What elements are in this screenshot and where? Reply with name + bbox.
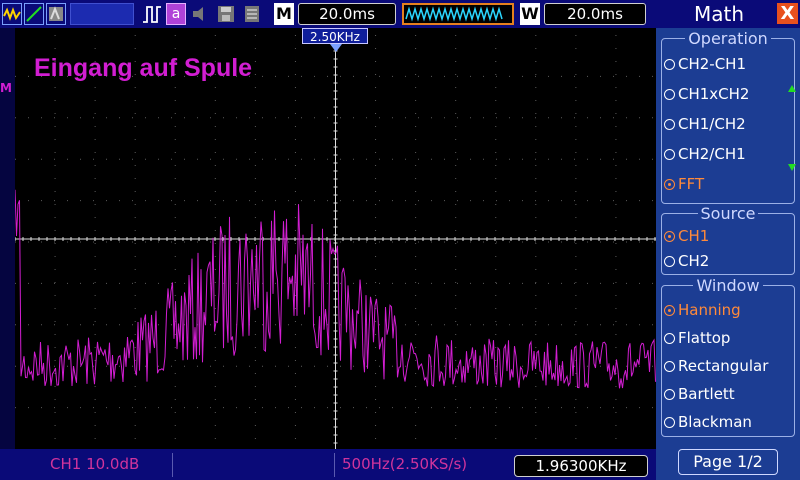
ch1-scale-label[interactable]: CH1 10.0dB (50, 455, 139, 473)
scope-display (14, 34, 656, 449)
close-button[interactable]: X (777, 3, 798, 24)
window-option-rectangular[interactable]: Rectangular (664, 357, 768, 375)
cursor-frequency-marker[interactable]: 2.50KHz (302, 28, 368, 44)
window-indicator: W (520, 3, 540, 25)
radio-icon (664, 333, 675, 344)
radio-icon (664, 119, 675, 130)
radio-icon (664, 361, 675, 372)
divider (334, 453, 335, 477)
auto-measure-icon[interactable]: a (166, 3, 186, 25)
window-option-hanning[interactable]: Hanning (664, 301, 741, 319)
radio-icon (664, 389, 675, 400)
trace-title: Eingang auf Spule (34, 54, 253, 82)
panel-header: Math X (656, 0, 800, 28)
radio-icon (664, 149, 675, 160)
operation-title: Operation (656, 29, 800, 48)
panel-title: Math (694, 2, 745, 26)
math-channel-marker[interactable]: M (0, 81, 12, 95)
operation-option-fft[interactable]: FFT (664, 175, 704, 193)
status-bar-slot (70, 3, 134, 25)
radio-icon (664, 417, 675, 428)
print-icon[interactable] (242, 3, 262, 25)
trigger-edge-icon[interactable] (142, 3, 162, 25)
window-time-value[interactable]: 20.0ms (544, 3, 646, 25)
window-title: Window (656, 276, 800, 295)
divider (172, 453, 173, 477)
frequency-scale-label[interactable]: 500Hz(2.50KS/s) (342, 455, 467, 473)
cursor-pointer-icon (330, 44, 342, 52)
radio-icon (664, 256, 675, 267)
persist-mode-icon[interactable] (46, 3, 66, 25)
save-icon[interactable] (216, 3, 236, 25)
operation-option-ch1xch2[interactable]: CH1xCH2 (664, 85, 749, 103)
page-button[interactable]: Page 1/2 (678, 449, 778, 475)
radio-selected-icon (664, 231, 675, 242)
window-option-bartlett[interactable]: Bartlett (664, 385, 735, 403)
operation-option-ch2-div-ch1[interactable]: CH2/CH1 (664, 145, 746, 163)
waveform-mode-icon[interactable] (2, 3, 22, 25)
radio-icon (664, 89, 675, 100)
top-toolbar: a M 20.0ms W 20.0ms (0, 0, 656, 28)
radio-selected-icon (664, 305, 675, 316)
frequency-measurement: 1.96300KHz (514, 455, 648, 477)
source-title: Source (656, 204, 800, 223)
scroll-up-icon[interactable] (788, 85, 796, 92)
mode-indicator: M (274, 3, 294, 25)
source-option-ch2[interactable]: CH2 (664, 252, 709, 270)
timebase-value[interactable]: 20.0ms (298, 3, 396, 25)
operation-option-ch2-ch1[interactable]: CH2-CH1 (664, 55, 746, 73)
speaker-icon[interactable] (190, 3, 212, 25)
radio-selected-icon (664, 179, 675, 190)
scroll-down-icon[interactable] (788, 164, 796, 171)
fft-plot (14, 34, 656, 449)
radio-icon (664, 59, 675, 70)
operation-option-ch1-div-ch2[interactable]: CH1/CH2 (664, 115, 746, 133)
math-panel: Math X Operation CH2-CH1 CH1xCH2 CH1/CH2… (656, 0, 800, 480)
window-option-blackman[interactable]: Blackman (664, 413, 752, 431)
source-option-ch1[interactable]: CH1 (664, 227, 709, 245)
waveform-overview[interactable] (402, 3, 514, 25)
window-option-flattop[interactable]: Flattop (664, 329, 730, 347)
vector-mode-icon[interactable] (24, 3, 44, 25)
